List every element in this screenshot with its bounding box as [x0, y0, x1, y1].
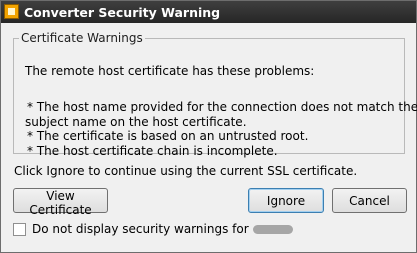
title-bar[interactable]: Converter Security Warning: [1, 1, 416, 23]
ignore-hint-text: Click Ignore to continue using the curre…: [14, 164, 358, 178]
problem-item: * The host name provided for the connect…: [27, 100, 417, 114]
problem-item: * The certificate is based on an untrust…: [27, 129, 309, 143]
security-warning-dialog: Converter Security Warning Certificate W…: [0, 0, 417, 253]
problem-item-continued: subject name on the host certificate.: [25, 114, 247, 129]
window-title: Converter Security Warning: [24, 5, 221, 20]
warning-app-icon: [4, 4, 19, 19]
redacted-host-name: [252, 225, 293, 234]
suppress-warnings-checkbox[interactable]: [13, 223, 26, 236]
problem-item: * The host certificate chain is incomple…: [27, 143, 278, 158]
certificate-warnings-group: Certificate Warnings The remote host cer…: [13, 31, 417, 158]
view-certificate-button[interactable]: View Certificate: [13, 188, 108, 217]
group-legend: Certificate Warnings: [21, 31, 143, 45]
ignore-button[interactable]: Ignore: [248, 188, 324, 213]
problems-lead-text: The remote host certificate has these pr…: [25, 64, 315, 78]
suppress-warnings-label-text: Do not display security warnings for: [32, 222, 249, 236]
suppress-warnings-label[interactable]: Do not display security warnings for: [32, 222, 293, 236]
cancel-button[interactable]: Cancel: [332, 188, 407, 213]
problem-list: * The host name provided for the connect…: [25, 100, 417, 158]
